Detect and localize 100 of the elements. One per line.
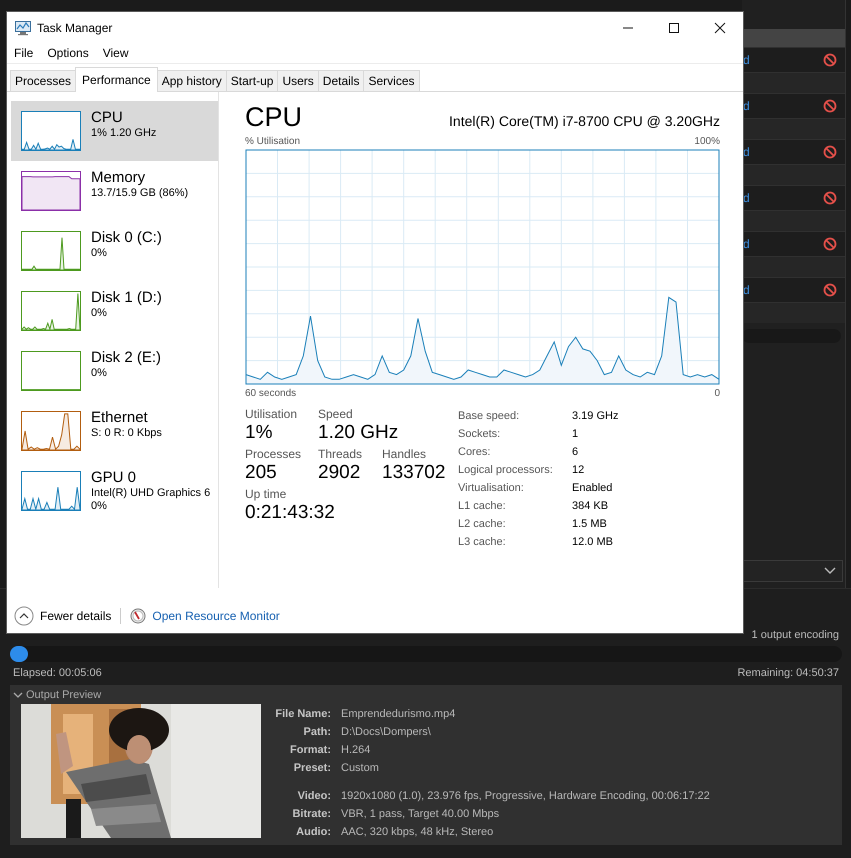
- sidebar-item[interactable]: Memory 13.7/15.9 GB (86%): [11, 161, 218, 221]
- close-icon: [714, 22, 726, 34]
- tab[interactable]: Services: [363, 70, 420, 91]
- device-usage: Intel(R) UHD Graphics 6: [91, 487, 210, 499]
- device-usage: 0%: [91, 307, 108, 319]
- window-title: Task Manager: [37, 20, 112, 34]
- menu-item[interactable]: Options: [47, 46, 89, 60]
- caret-icon: [824, 567, 836, 575]
- usage-graph: [21, 231, 81, 271]
- sidebar-item[interactable]: Disk 2 (E:) 0%: [11, 341, 218, 401]
- stop-icon[interactable]: [823, 145, 837, 159]
- maximize-icon: [668, 22, 680, 34]
- stat-label: Up time: [245, 487, 288, 501]
- field-label: Video:: [296, 790, 331, 802]
- spec-label: Cores:: [458, 446, 492, 458]
- dropdown[interactable]: [742, 560, 843, 582]
- device-usage: 0%: [91, 367, 108, 379]
- spec-value: 1.5 MB: [572, 518, 608, 530]
- section-title: Output Preview: [26, 688, 102, 700]
- cpu-model: Intel(R) Core(TM) i7-8700 CPU @ 3.20GHz: [449, 113, 720, 129]
- device-name: Memory: [91, 169, 146, 186]
- sidebar-item[interactable]: Ethernet S: 0 R: 0 Kbps: [11, 401, 218, 461]
- tab[interactable]: Users: [277, 70, 319, 91]
- usage-graph: [21, 171, 81, 211]
- device-usage: 0%: [91, 500, 108, 512]
- device-usage: 0%: [91, 247, 108, 259]
- usage-graph: [21, 411, 81, 451]
- menu-item[interactable]: File: [14, 46, 34, 60]
- stat-value: 0:21:43:32: [245, 501, 335, 525]
- chevron-up-icon: [14, 606, 34, 626]
- usage-graph: [21, 471, 81, 511]
- field-label: Preset:: [292, 762, 331, 774]
- spec-label: L2 cache:: [458, 518, 507, 530]
- stop-icon[interactable]: [823, 53, 837, 67]
- tab[interactable]: Details: [318, 70, 364, 91]
- spec-value: 6: [572, 446, 580, 458]
- stat-label: Speed: [318, 407, 354, 421]
- stop-icon[interactable]: [823, 99, 837, 113]
- device-name: Disk 1 (D:): [91, 289, 162, 306]
- device-name: Disk 0 (C:): [91, 229, 162, 246]
- field-value: VBR, 1 pass, Target 40.00 Mbps: [341, 808, 500, 820]
- sidebar-item[interactable]: Disk 0 (C:) 0%: [11, 221, 218, 281]
- field-label: Path:: [302, 726, 331, 738]
- field-value: D:\Docs\Dompers\: [341, 726, 431, 738]
- axis-label: 60 seconds: [245, 388, 296, 399]
- spec-label: L3 cache:: [458, 536, 507, 548]
- usage-graph: [21, 291, 81, 331]
- sidebar-item[interactable]: CPU 1% 1.20 GHz: [11, 101, 218, 161]
- stat-label: Processes: [245, 447, 302, 461]
- axis-label: 0: [714, 388, 720, 399]
- axis-label: 100%: [694, 136, 720, 147]
- axis-label: % Utilisation: [245, 136, 300, 147]
- spec-value: 3.19 GHz: [572, 410, 618, 422]
- spec-label: L1 cache:: [458, 500, 507, 512]
- stat-value: 133702: [382, 461, 446, 485]
- fewer-details-button[interactable]: Fewer details: [14, 606, 112, 626]
- field-label: Bitrate:: [291, 808, 331, 820]
- spec-value: 384 KB: [572, 500, 610, 512]
- device-usage: 1% 1.20 GHz: [91, 127, 156, 139]
- tab[interactable]: Performance: [75, 67, 158, 92]
- gauge-icon: [130, 608, 146, 624]
- stop-icon[interactable]: [823, 237, 837, 251]
- spec-label: Virtualisation:: [458, 482, 525, 494]
- tab[interactable]: Start-up: [226, 70, 278, 91]
- stop-icon[interactable]: [823, 191, 837, 205]
- spec-value: 12: [572, 464, 586, 476]
- stop-icon[interactable]: [823, 283, 837, 297]
- field-value: Custom: [341, 762, 379, 774]
- scroll-bar[interactable]: [742, 329, 841, 343]
- spec-value: 12.0 MB: [572, 536, 614, 548]
- stat-label: Threads: [318, 447, 364, 461]
- device-name: Disk 2 (E:): [91, 349, 162, 366]
- stat-value: 1%: [245, 421, 274, 445]
- remaining-time: Remaining: 04:50:37: [737, 667, 839, 679]
- spec-label: Base speed:: [458, 410, 520, 422]
- encoding-count: 1 output encoding: [752, 629, 839, 641]
- spec-label: Logical processors:: [458, 464, 554, 476]
- sidebar-item[interactable]: Disk 1 (D:) 0%: [11, 281, 218, 341]
- device-name: Ethernet: [91, 409, 149, 426]
- device-name: GPU 0: [91, 469, 138, 486]
- section-title: CPU: [245, 102, 302, 133]
- sidebar-item[interactable]: GPU 0 Intel(R) UHD Graphics 6 0%: [11, 461, 218, 521]
- resource-monitor-link[interactable]: Open Resource Monitor: [152, 608, 280, 622]
- stat-value: 2902: [318, 461, 362, 485]
- usage-graph: [21, 351, 81, 391]
- field-label: Format:: [289, 744, 331, 756]
- field-value: AAC, 320 kbps, 48 kHz, Stereo: [341, 826, 494, 838]
- device-name: CPU: [91, 109, 124, 126]
- spec-value: 1: [572, 428, 580, 440]
- spec-label: Sockets:: [458, 428, 502, 440]
- stat-value: 1.20 GHz: [318, 421, 398, 445]
- chevron-icon[interactable]: [13, 690, 23, 700]
- field-value: Emprendedurismo.mp4: [341, 708, 456, 720]
- field-value: H.264: [341, 744, 370, 756]
- device-usage: S: 0 R: 0 Kbps: [91, 427, 162, 439]
- field-label: Audio:: [295, 826, 331, 838]
- usage-graph: [21, 111, 81, 151]
- tab[interactable]: Processes: [10, 70, 76, 91]
- tab[interactable]: App history: [156, 70, 227, 91]
- menu-item[interactable]: View: [102, 46, 128, 60]
